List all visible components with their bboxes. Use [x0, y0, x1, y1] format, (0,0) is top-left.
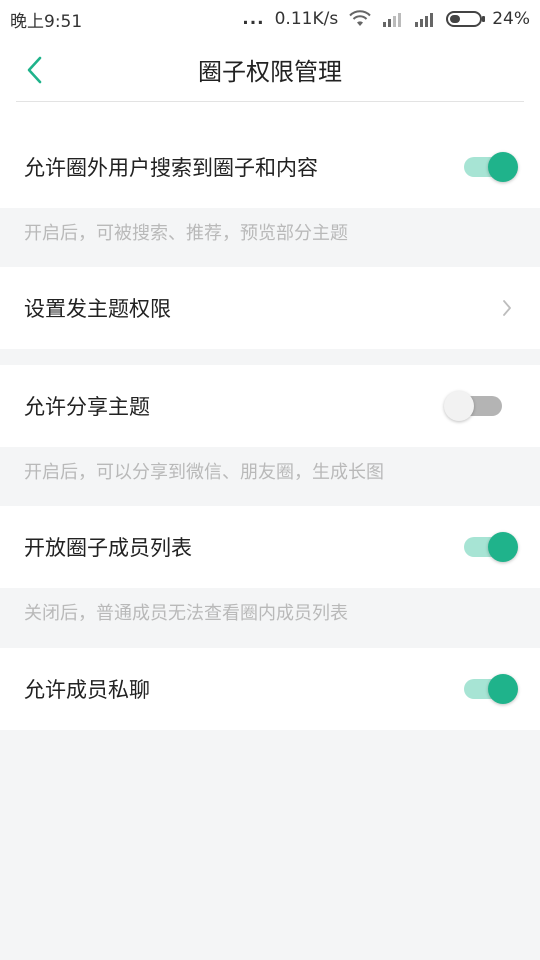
setting-label: 允许成员私聊 [24, 678, 150, 702]
setting-hint-share: 开启后，可以分享到微信、朋友圈，生成长图 [24, 462, 384, 483]
toggle-knob [488, 674, 518, 704]
setting-row-share: 允许分享主题 [0, 365, 540, 447]
setting-row-topic-permission[interactable]: 设置发主题权限 [0, 267, 540, 349]
toggle-knob [488, 532, 518, 562]
toggle-search[interactable] [464, 150, 518, 184]
wifi-icon [348, 10, 372, 28]
status-bar: 晚上9:51 ... 0.11K/s 24% [0, 0, 540, 38]
setting-hint-search: 开启后，可被搜索、推荐，预览部分主题 [24, 223, 348, 244]
toggle-members[interactable] [464, 530, 518, 564]
setting-row-members: 开放圈子成员列表 [0, 506, 540, 588]
toggle-knob [488, 152, 518, 182]
nav-bar: 圈子权限管理 [0, 38, 540, 126]
nav-divider [16, 101, 524, 102]
setting-hint-members: 关闭后，普通成员无法查看圈内成员列表 [24, 603, 348, 624]
setting-label: 允许圈外用户搜索到圈子和内容 [24, 156, 318, 180]
setting-label: 允许分享主题 [24, 395, 150, 419]
notification-dots: ... [242, 9, 265, 29]
setting-label: 设置发主题权限 [24, 297, 171, 321]
signal-icon [382, 11, 404, 27]
setting-row-private-chat: 允许成员私聊 [0, 648, 540, 730]
status-time: 晚上9:51 [10, 11, 83, 32]
chevron-right-icon [503, 300, 511, 316]
network-speed: 0.11K/s [274, 9, 339, 29]
toggle-share[interactable] [444, 389, 502, 423]
setting-label: 开放圈子成员列表 [24, 536, 192, 560]
battery-level: 24% [492, 9, 530, 29]
setting-row-search: 允许圈外用户搜索到圈子和内容 [0, 126, 540, 208]
page-title: 圈子权限管理 [198, 58, 342, 86]
status-indicators: ... 0.11K/s 24% [242, 9, 530, 29]
toggle-knob [444, 391, 474, 421]
battery-icon: 24% [446, 9, 530, 29]
toggle-private-chat[interactable] [464, 672, 518, 706]
signal-icon-2 [414, 11, 436, 27]
